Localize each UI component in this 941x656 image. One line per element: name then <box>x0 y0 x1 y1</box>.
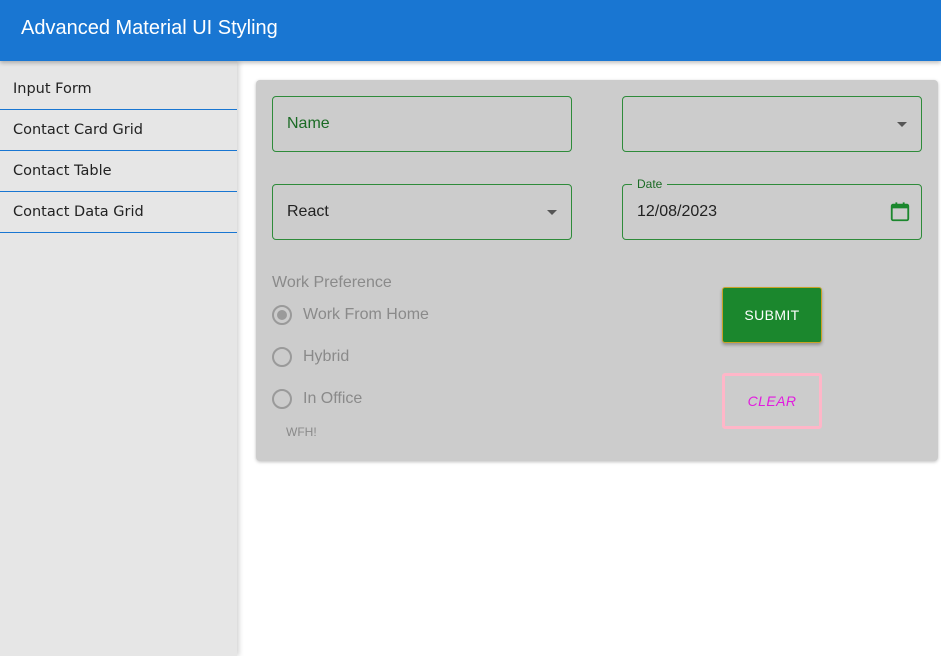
radio-label-in-office: In Office <box>303 390 363 407</box>
dropdown-arrow-icon <box>897 122 907 127</box>
top-select[interactable] <box>622 96 922 152</box>
radio-hybrid[interactable]: Hybrid <box>272 347 349 367</box>
work-preference-label: Work Preference <box>272 274 392 291</box>
app-title: Advanced Material UI Styling <box>21 17 278 39</box>
skill-select-value: React <box>287 203 329 220</box>
sidebar-item-contact-data-grid[interactable]: Contact Data Grid <box>0 192 237 233</box>
radio-in-office[interactable]: In Office <box>272 389 362 409</box>
sidebar-item-contact-card-grid[interactable]: Contact Card Grid <box>0 110 237 151</box>
date-field-value: 12/08/2023 <box>637 203 718 220</box>
clear-button[interactable]: CLEAR <box>722 373 822 429</box>
calendar-icon[interactable] <box>889 201 911 223</box>
sidebar-item-input-form[interactable]: Input Form <box>0 61 237 110</box>
sidebar-item-contact-table[interactable]: Contact Table <box>0 151 237 192</box>
radio-label-work-from-home: Work From Home <box>303 306 429 323</box>
input-form-card: Name React Date 12/08/2023 Work Preferen… <box>256 80 938 461</box>
radio-work-from-home[interactable]: Work From Home <box>272 305 429 325</box>
name-field[interactable]: Name <box>272 96 572 152</box>
sidebar: Input Form Contact Card Grid Contact Tab… <box>0 61 237 656</box>
dropdown-arrow-icon <box>547 210 557 215</box>
app-bar: Advanced Material UI Styling <box>0 0 941 61</box>
date-field[interactable]: Date 12/08/2023 <box>622 177 922 240</box>
radio-unchecked-icon[interactable] <box>272 347 292 367</box>
radio-unchecked-icon[interactable] <box>272 389 292 409</box>
radio-checked-icon[interactable] <box>272 305 292 325</box>
work-preference-helper-text: WFH! <box>286 425 317 439</box>
radio-label-hybrid: Hybrid <box>303 348 350 365</box>
submit-button[interactable]: SUBMIT <box>722 287 822 343</box>
name-field-value: Name <box>287 115 330 132</box>
skill-select[interactable]: React <box>272 184 572 240</box>
date-field-label: Date <box>632 177 668 191</box>
